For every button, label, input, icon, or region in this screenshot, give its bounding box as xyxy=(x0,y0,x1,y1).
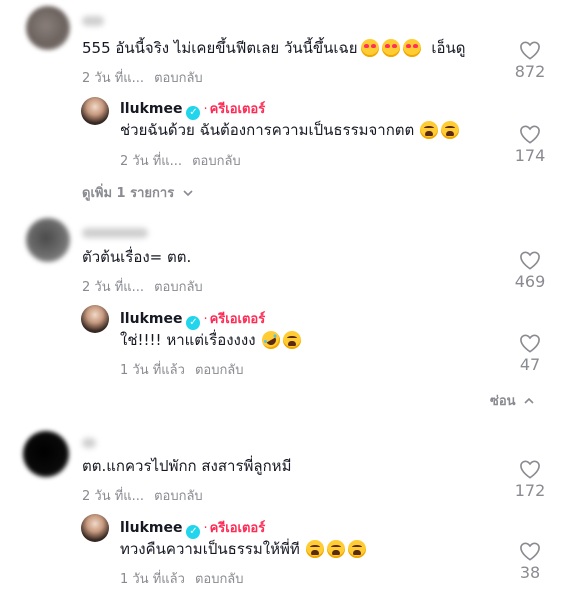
chevron-down-icon xyxy=(183,190,193,197)
like-button[interactable]: 174 xyxy=(510,124,550,165)
smiling-hearts-emoji-icon xyxy=(360,39,379,57)
creator-username[interactable]: llukmee xyxy=(120,101,182,117)
creator-avatar[interactable] xyxy=(81,514,109,542)
comment-time: 2 วัน ที่แ... xyxy=(82,71,145,86)
reply-button[interactable]: ตอบกลับ xyxy=(154,280,203,295)
comment-time: 2 วัน ที่แ... xyxy=(82,489,145,504)
like-count: 38 xyxy=(519,563,541,582)
comment-text: ตต.แกควรไปพักก สงสารพี่ลูกหมี xyxy=(82,457,292,475)
reply-button[interactable]: ตอบกลับ xyxy=(195,363,244,378)
creator-username[interactable]: llukmee xyxy=(120,520,182,536)
heart-outline-icon[interactable] xyxy=(519,541,541,561)
creator-badge: ครีเอเตอร์ xyxy=(209,102,266,117)
heart-outline-icon[interactable] xyxy=(519,40,541,60)
verified-check-icon: ✓ xyxy=(186,106,201,120)
weary-face-emoji-icon xyxy=(441,121,460,139)
weary-face-emoji-icon xyxy=(282,331,301,349)
creator-avatar[interactable] xyxy=(81,97,109,125)
heart-outline-icon[interactable] xyxy=(519,250,541,270)
weary-face-emoji-icon xyxy=(326,540,345,558)
like-count: 47 xyxy=(519,355,541,374)
commenter-avatar[interactable] xyxy=(26,6,70,50)
reply-meta: 1 วัน ที่แล้ว ตอบกลับ xyxy=(120,568,254,589)
comment-meta: 2 วัน ที่แ... ตอบกลับ xyxy=(82,67,213,88)
commenter-username[interactable] xyxy=(82,228,148,238)
reply-meta: 1 วัน ที่แล้ว ตอบกลับ xyxy=(120,359,254,380)
commenter-avatar[interactable] xyxy=(23,431,69,477)
commenter-username[interactable] xyxy=(82,16,104,26)
weary-face-emoji-icon xyxy=(347,540,366,558)
reply-time: 2 วัน ที่แ... xyxy=(120,154,183,169)
reply-button[interactable]: ตอบกลับ xyxy=(154,71,203,86)
smiling-hearts-emoji-icon xyxy=(381,39,400,57)
creator-badge: ครีเอเตอร์ xyxy=(209,521,266,536)
creator-username[interactable]: llukmee xyxy=(120,311,182,327)
reply-text: ใช่!!!! หาแต่เรื่องงงง xyxy=(120,327,301,353)
creator-avatar[interactable] xyxy=(81,305,109,333)
reply-meta: 2 วัน ที่แ... ตอบกลับ xyxy=(120,150,251,171)
reply-header: llukmee ✓ · ครีเอเตอร์ xyxy=(120,520,266,539)
verified-check-icon: ✓ xyxy=(186,316,201,330)
like-count: 172 xyxy=(514,481,546,500)
like-count: 872 xyxy=(514,62,546,81)
smiling-hearts-emoji-icon xyxy=(402,39,421,57)
reply-button[interactable]: ตอบกลับ xyxy=(195,572,244,587)
reply-header: llukmee ✓ · ครีเอเตอร์ xyxy=(120,311,266,330)
reply-button[interactable]: ตอบกลับ xyxy=(154,489,203,504)
chevron-up-icon xyxy=(524,397,534,404)
reply-time: 1 วัน ที่แล้ว xyxy=(120,363,185,378)
reply-text: ช่วยฉันด้วย ฉันต้องการความเป็นธรรมจากตต xyxy=(120,120,460,140)
rofl-emoji-icon xyxy=(258,327,283,353)
comment-meta: 2 วัน ที่แ... ตอบกลับ xyxy=(82,276,213,297)
view-more-replies-button[interactable]: ดูเพิ่ม 1 รายการ xyxy=(82,182,193,203)
reply-button[interactable]: ตอบกลับ xyxy=(192,154,241,169)
like-button[interactable]: 469 xyxy=(510,250,550,291)
heart-outline-icon[interactable] xyxy=(519,124,541,144)
weary-face-emoji-icon xyxy=(420,121,439,139)
comment-time: 2 วัน ที่แ... xyxy=(82,280,145,295)
comment-text: ตัวต้นเรื่อง= ตต. xyxy=(82,248,192,266)
like-button[interactable]: 47 xyxy=(510,333,550,374)
like-count: 174 xyxy=(514,146,546,165)
weary-face-emoji-icon xyxy=(305,540,324,558)
reply-header: llukmee ✓ · ครีเอเตอร์ xyxy=(120,101,266,120)
verified-check-icon: ✓ xyxy=(186,525,201,539)
commenter-username[interactable] xyxy=(82,438,96,448)
reply-text: ทวงคืนความเป็นธรรมให้พี่ที xyxy=(120,539,366,559)
like-count: 469 xyxy=(514,272,546,291)
heart-outline-icon[interactable] xyxy=(519,333,541,353)
commenter-avatar[interactable] xyxy=(26,218,70,262)
like-button[interactable]: 872 xyxy=(510,40,550,81)
heart-outline-icon[interactable] xyxy=(519,459,541,479)
like-button[interactable]: 38 xyxy=(510,541,550,582)
like-button[interactable]: 172 xyxy=(510,459,550,500)
reply-time: 1 วัน ที่แล้ว xyxy=(120,572,185,587)
comment-text: 555 อันนี้จริง ไม่เคยขึ้นฟีตเลย วันนี้ขึ… xyxy=(82,39,466,57)
hide-replies-button[interactable]: ซ่อน xyxy=(490,390,534,411)
creator-badge: ครีเอเตอร์ xyxy=(209,312,266,327)
comment-meta: 2 วัน ที่แ... ตอบกลับ xyxy=(82,485,213,506)
